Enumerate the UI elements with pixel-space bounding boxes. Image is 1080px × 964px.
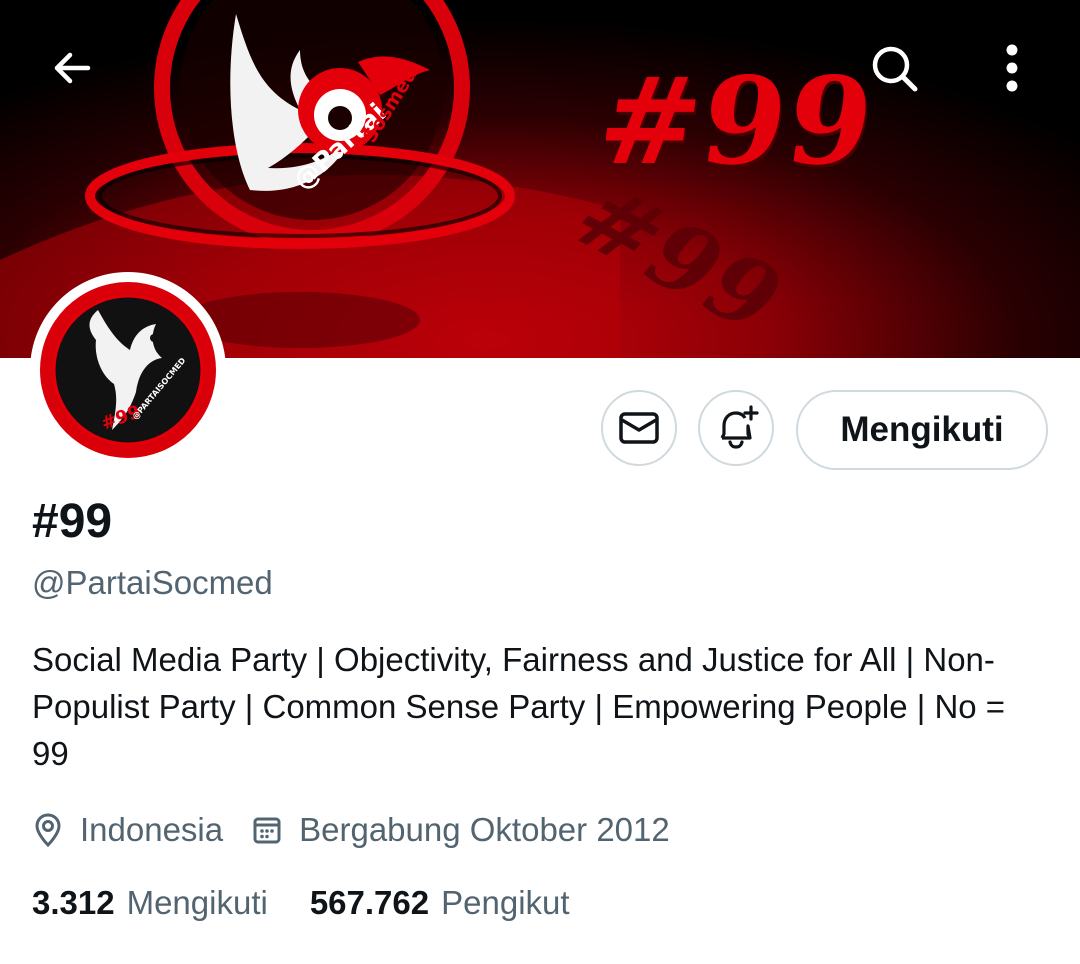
followers-stat-link[interactable]: 567.762 Pengikut [310,884,570,922]
following-button[interactable]: Mengikuti [796,390,1048,470]
profile-handle: @PartaiSocmed [32,564,273,601]
search-icon [872,46,918,92]
followers-label: Pengikut [441,884,570,921]
more-vertical-icon [1006,44,1018,92]
joined-item: Bergabung Oktober 2012 [251,811,670,849]
profile-avatar[interactable]: #99 @PARTAISOCMED [30,272,226,468]
banner-tag-text: #99 [590,51,884,192]
message-button[interactable] [601,390,677,466]
joined-text: Bergabung Oktober 2012 [299,811,670,848]
notifications-button[interactable] [698,390,774,466]
more-options-button[interactable] [976,32,1048,104]
location-pin-icon [35,813,61,848]
search-button[interactable] [858,32,930,104]
calendar-icon [253,817,281,844]
mail-icon [619,412,659,444]
following-count: 3.312 [32,884,115,921]
arrow-left-icon [54,52,91,84]
avatar-logo-image: #99 @PARTAISOCMED [40,282,216,458]
followers-count: 567.762 [309,884,430,921]
location-item: Indonesia [32,811,223,849]
bell-plus-icon [720,405,759,449]
following-stat-link[interactable]: 3.312 Mengikuti [32,884,268,922]
location-text: Indonesia [80,811,224,848]
profile-name: #99 [32,495,113,548]
following-label: Mengikuti [126,884,268,921]
back-button[interactable] [36,32,108,104]
profile-bio: Social Media Party | Objectivity, Fairne… [32,641,1006,772]
profile-stats: 3.312 Mengikuti 567.762 Pengikut [32,884,612,922]
profile-meta: Indonesia Bergabung Oktober 2012 [32,808,698,852]
